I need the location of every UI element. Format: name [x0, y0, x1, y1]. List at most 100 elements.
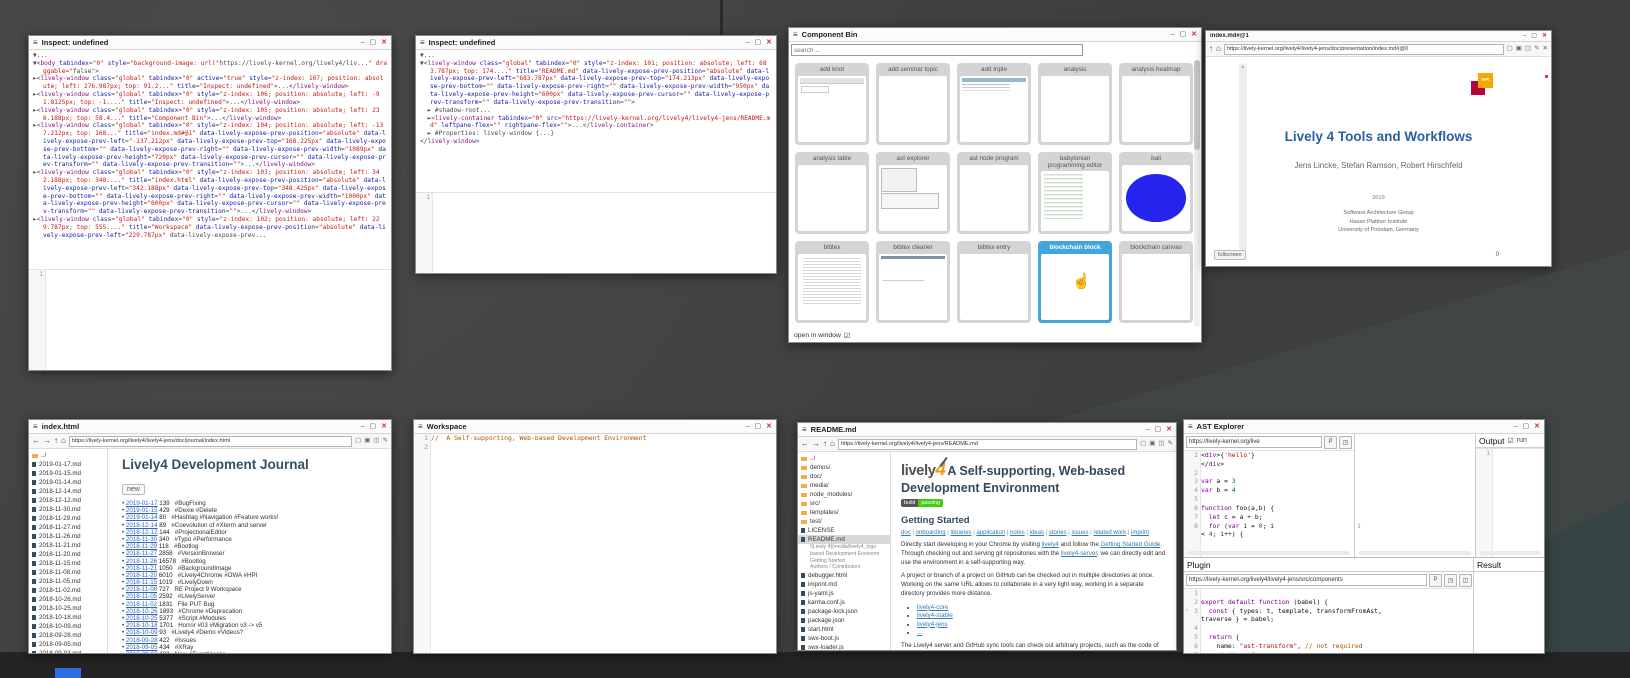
run-checkbox[interactable]: ☑: [1508, 437, 1514, 445]
titlebar[interactable]: ≡ AST Explorer – ▢ ✕: [1184, 420, 1544, 434]
save-icon[interactable]: ◫: [1525, 46, 1531, 53]
window-ast-explorer[interactable]: ≡ AST Explorer – ▢ ✕ https://lively-kern…: [1183, 419, 1545, 654]
entry-date-link[interactable]: 2019-01-15: [126, 507, 158, 514]
source-code-editor[interactable]: 1<div>{'hello'}</div>23var a = 34var b =…: [1184, 450, 1354, 557]
up-icon[interactable]: ↑: [1209, 45, 1213, 53]
component-item[interactable]: ast node program: [957, 152, 1031, 234]
file-item[interactable]: package.json: [798, 616, 890, 625]
component-item[interactable]: bibtex entry: [957, 241, 1031, 323]
doc-link[interactable]: imprint: [1131, 530, 1149, 536]
dom-tree-node[interactable]: ► #shadow-root...: [420, 107, 772, 115]
code-line[interactable]: 3var a = 3: [1184, 477, 1354, 486]
close-container-icon[interactable]: ✕: [1543, 46, 1548, 53]
file-item[interactable]: package-lock.json: [798, 607, 890, 616]
entry-date-link[interactable]: 2018-11-29: [126, 543, 157, 550]
file-item[interactable]: 2018-11-08.md: [29, 568, 107, 577]
horizontal-scrollbar[interactable]: [1188, 551, 1350, 555]
dom-tree[interactable]: ▼...▼<lively-window class="global" tabin…: [416, 50, 776, 192]
home-icon[interactable]: ⌂: [830, 440, 835, 448]
up-icon[interactable]: ↑: [823, 440, 827, 448]
code-line[interactable]: 4: [1184, 624, 1474, 633]
address-bar[interactable]: https://lively-kernel.org/lively4/lively…: [69, 436, 352, 447]
doc-link[interactable]: application: [976, 530, 1005, 536]
file-item[interactable]: 2018-11-21.md: [29, 541, 107, 550]
entry-date-link[interactable]: 2018-09-05: [126, 644, 158, 651]
horizontal-scrollbar[interactable]: [1359, 551, 1471, 555]
file-item[interactable]: 2018-11-29.md: [29, 514, 107, 523]
folder-item[interactable]: test/: [798, 517, 890, 526]
entry-date-link[interactable]: 2018-10-09: [126, 629, 158, 636]
dom-tree-node[interactable]: ►<lively-container tabindex="0" src="htt…: [420, 115, 772, 131]
window-journal[interactable]: ≡ index.html – ▢ ✕ ← → ↑ ⌂ https://livel…: [28, 419, 392, 654]
folder-item[interactable]: ../: [798, 454, 890, 463]
entry-date-link[interactable]: 2018-12-12: [126, 529, 158, 536]
file-item[interactable]: LICENSE: [798, 526, 890, 535]
dom-tree-node[interactable]: ►<lively-window class="global" tabindex=…: [33, 107, 387, 123]
window-inspector-1[interactable]: ≡ Inspect: undefined – ▢ ✕ ▼...▼<body ta…: [28, 35, 392, 371]
save-button[interactable]: ◫: [1459, 574, 1472, 587]
file-item[interactable]: 2018-11-02.md: [29, 586, 107, 595]
tree-pane[interactable]: 1: [1355, 434, 1476, 557]
code-line[interactable]: 5: [1184, 495, 1354, 504]
git-branch-button[interactable]: P: [1324, 436, 1337, 449]
maximize-button[interactable]: ▢: [755, 39, 762, 46]
file-item[interactable]: 2018-12-14.md: [29, 487, 107, 496]
file-item[interactable]: 2018-12-12.md: [29, 496, 107, 505]
repo-link[interactable]: lively4-stable: [917, 612, 953, 619]
output-editor[interactable]: 1: [1476, 448, 1544, 557]
maximize-button[interactable]: ▢: [370, 39, 377, 46]
menu-icon[interactable]: ≡: [418, 423, 423, 431]
file-item[interactable]: 2018-09-05.md: [29, 640, 107, 649]
outline-item[interactable]: Getting Started: [798, 558, 890, 565]
minimize-button[interactable]: –: [361, 39, 365, 46]
horizontal-scrollbar[interactable]: [1480, 551, 1540, 555]
code-line[interactable]: 1// A Self-supporting, Web-based Develop…: [414, 434, 776, 443]
edit-icon[interactable]: ✎: [1168, 441, 1173, 448]
minimize-button[interactable]: –: [1171, 31, 1175, 38]
code-line[interactable]: 2export default function (babel) {: [1184, 598, 1474, 607]
file-item[interactable]: swx-boot.js: [798, 634, 890, 643]
new-file-icon[interactable]: ▢: [1140, 441, 1146, 448]
inline-link[interactable]: lively4-server: [1061, 550, 1097, 557]
code-line[interactable]: 1<div>{'hello'}: [1184, 451, 1354, 460]
component-item[interactable]: blockchain block☝: [1038, 241, 1112, 323]
minimize-button[interactable]: –: [746, 39, 750, 46]
entry-date-link[interactable]: 2018-11-27: [126, 550, 157, 557]
component-item[interactable]: add knot: [795, 63, 869, 145]
code-line[interactable]: 7 visitor: {: [1184, 651, 1474, 653]
code-line[interactable]: 5 return {: [1184, 633, 1474, 642]
open-in-window-checkbox[interactable]: ☑: [844, 332, 850, 340]
file-item[interactable]: 2018-11-20.md: [29, 550, 107, 559]
component-item[interactable]: add triple: [957, 63, 1031, 145]
dom-tree-node[interactable]: ►<lively-window class="global" tabindex=…: [33, 91, 387, 107]
doc-link[interactable]: libraries: [951, 530, 972, 536]
entry-date-link[interactable]: 2018-11-20: [126, 572, 157, 579]
window-workspace[interactable]: ≡ Workspace – ▢ ✕ 1// A Self-supporting,…: [413, 419, 777, 654]
code-line[interactable]: 2: [1184, 469, 1354, 478]
save-icon[interactable]: ◫: [373, 438, 379, 445]
entry-date-link[interactable]: 2018-11-08: [126, 586, 157, 593]
titlebar[interactable]: ≡ index.html – ▢ ✕: [29, 420, 391, 434]
file-item[interactable]: 2018-11-26.md: [29, 532, 107, 541]
maximize-button[interactable]: ▢: [1180, 31, 1187, 38]
file-item[interactable]: 2019-01-17.md: [29, 460, 107, 469]
doc-link[interactable]: issues: [1071, 530, 1088, 536]
doc-link[interactable]: onboarding: [916, 530, 946, 536]
dom-tree-node[interactable]: ►<lively-window class="global" tabindex=…: [33, 216, 387, 239]
entry-date-link[interactable]: 2018-10-26: [126, 608, 158, 615]
forward-icon[interactable]: →: [812, 440, 820, 448]
maximize-button[interactable]: ▢: [1155, 426, 1162, 433]
workspace-editor[interactable]: 1// A Self-supporting, Web-based Develop…: [414, 434, 776, 653]
home-icon[interactable]: ⌂: [61, 437, 66, 445]
open-external-button[interactable]: ◳: [1339, 436, 1352, 449]
up-icon[interactable]: ↑: [54, 437, 58, 445]
folder-item[interactable]: demos/: [798, 463, 890, 472]
file-item[interactable]: debugger.html: [798, 571, 890, 580]
menu-icon[interactable]: ≡: [1188, 423, 1193, 431]
close-button[interactable]: ✕: [1542, 33, 1547, 39]
folder-item[interactable]: node_modules/: [798, 490, 890, 499]
edit-icon[interactable]: ✎: [383, 438, 388, 445]
inspector-code-editor[interactable]: 1: [416, 192, 776, 273]
dom-tree-node[interactable]: ►<lively-window class="global" tabindex=…: [33, 169, 387, 216]
component-item[interactable]: analysis table: [795, 152, 869, 234]
